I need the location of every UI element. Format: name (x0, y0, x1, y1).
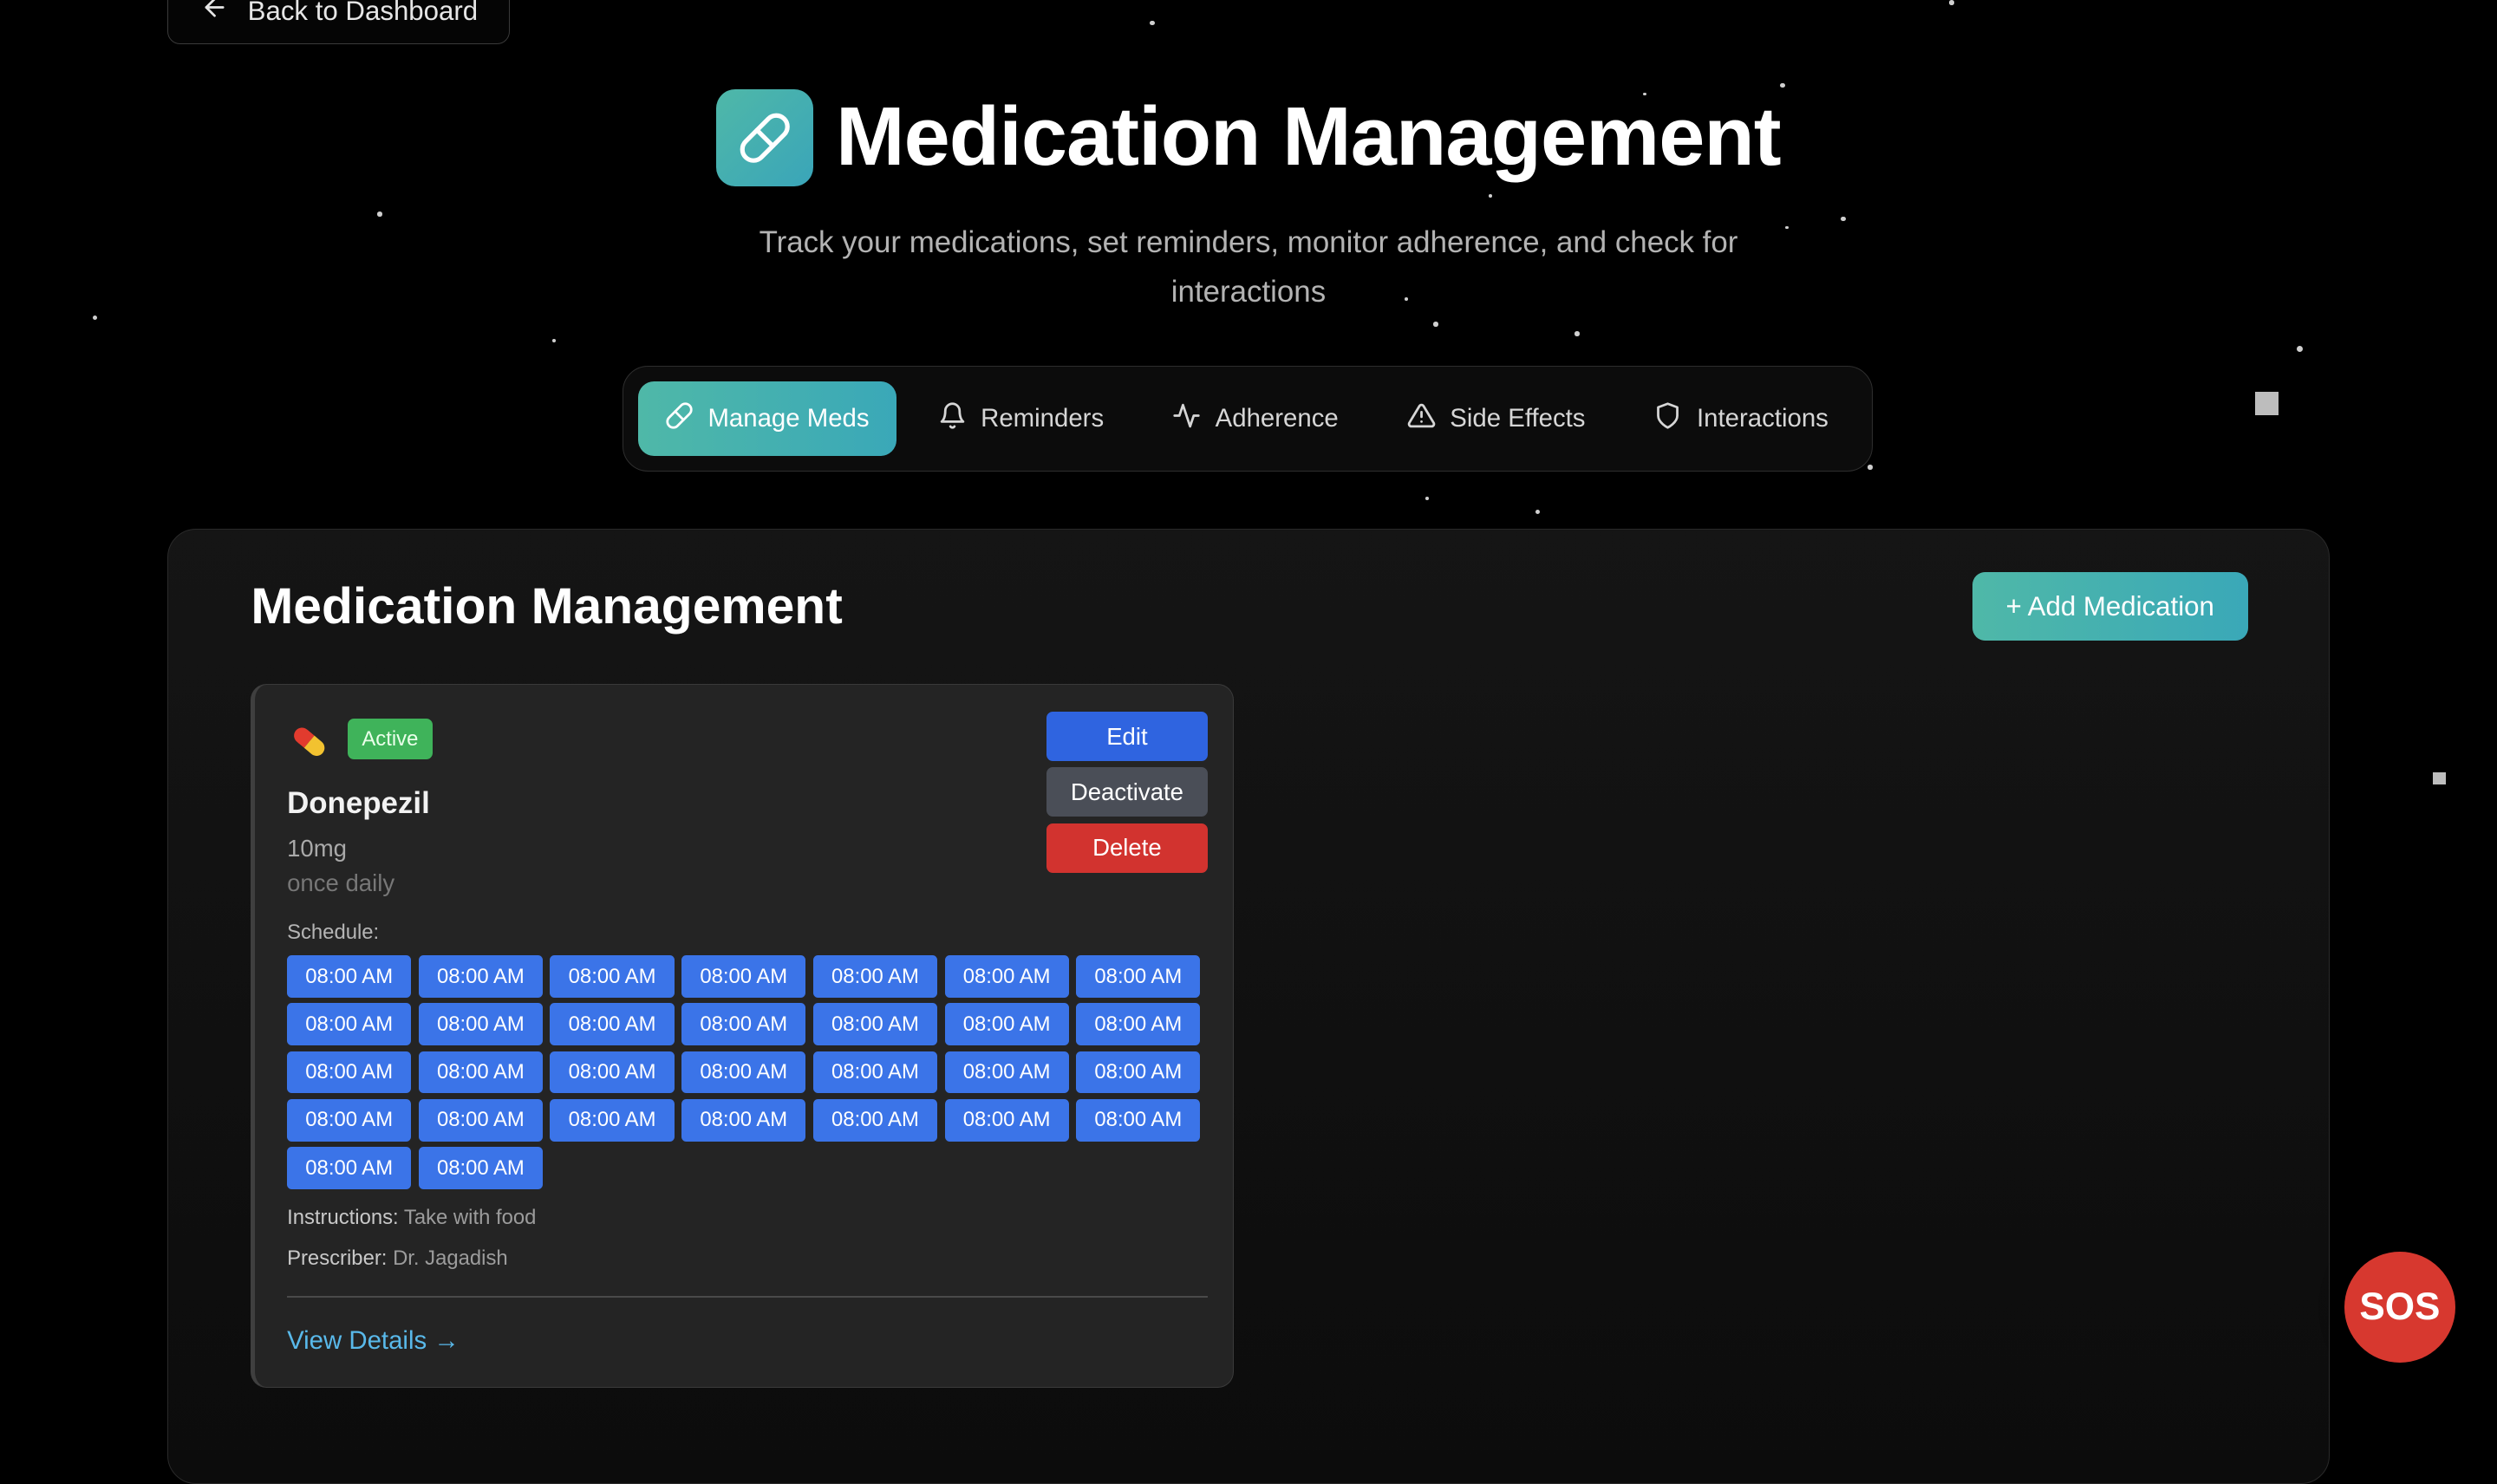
tab-label: Side Effects (1450, 404, 1586, 433)
schedule-time-chip: 08:00 AM (550, 1003, 675, 1046)
shield-icon (1653, 401, 1682, 437)
schedule-time-chip: 08:00 AM (812, 1003, 938, 1046)
tab-label: Reminders (981, 404, 1105, 433)
tab-label: Manage Meds (707, 404, 870, 433)
instructions-label: Instructions: (287, 1205, 399, 1229)
page-header: Medication Management Track your medicat… (0, 88, 2497, 317)
schedule-time-chip: 08:00 AM (418, 955, 543, 998)
schedule-time-chip: 08:00 AM (681, 955, 806, 998)
schedule-time-chip: 08:00 AM (1076, 1051, 1201, 1094)
activity-icon (1172, 401, 1201, 437)
pill-icon (665, 401, 694, 437)
prescriber-label: Prescriber: (287, 1246, 388, 1271)
instructions-value: Take with food (403, 1205, 537, 1229)
page-subtitle: Track your medications, set reminders, m… (759, 225, 1738, 309)
schedule-time-chip: 08:00 AM (418, 1099, 543, 1142)
tab-adherence[interactable]: Adherence (1145, 381, 1366, 456)
instructions: Instructions: Take with food (287, 1206, 536, 1230)
bell-icon (938, 401, 967, 437)
schedule-time-chip: 08:00 AM (287, 1099, 412, 1142)
tab-reminders[interactable]: Reminders (910, 381, 1131, 456)
schedule-time-chip: 08:00 AM (287, 1147, 412, 1189)
deactivate-button[interactable]: Deactivate (1046, 767, 1208, 817)
schedule-time-chip: 08:00 AM (418, 1003, 543, 1046)
schedule-time-chip: 08:00 AM (418, 1051, 543, 1094)
schedule-time-chip: 08:00 AM (681, 1003, 806, 1046)
tab-bar: Manage Meds Reminders Adherence Side Eff… (623, 366, 1873, 472)
medication-panel: Medication Management + Add Medication A… (166, 528, 2331, 1484)
schedule-time-chip: 08:00 AM (681, 1051, 806, 1094)
schedule-time-chip: 08:00 AM (1076, 1099, 1201, 1142)
prescriber-value: Dr. Jagadish (393, 1246, 508, 1271)
tab-interactions[interactable]: Interactions (1627, 381, 1855, 456)
schedule-times: 08:00 AM 08:00 AM 08:00 AM 08:00 AM 08:00 AM… (287, 955, 1210, 1189)
schedule-time-chip: 08:00 AM (418, 1147, 543, 1189)
schedule-time-chip: 08:00 AM (287, 1051, 412, 1094)
edit-button[interactable]: Edit (1046, 712, 1208, 762)
tab-side-effects[interactable]: Side Effects (1379, 381, 1612, 456)
schedule-time-chip: 08:00 AM (944, 1003, 1069, 1046)
decor-square (2433, 771, 2447, 785)
schedule-time-chip: 08:00 AM (812, 955, 938, 998)
schedule-time-chip: 08:00 AM (812, 1051, 938, 1094)
schedule-time-chip: 08:00 AM (944, 1099, 1069, 1142)
add-medication-button[interactable]: + Add Medication (1972, 572, 2248, 641)
sos-button[interactable]: SOS (2344, 1251, 2456, 1364)
schedule-time-chip: 08:00 AM (1076, 955, 1201, 998)
schedule-time-chip: 08:00 AM (287, 1003, 412, 1046)
capsule-icon (287, 719, 331, 771)
schedule-time-chip: 08:00 AM (944, 1051, 1069, 1094)
schedule-time-chip: 08:00 AM (287, 955, 412, 998)
prescriber: Prescriber: Dr. Jagadish (287, 1246, 508, 1271)
schedule-time-chip: 08:00 AM (550, 1051, 675, 1094)
page-title: Medication Management (835, 91, 1782, 184)
tab-label: Adherence (1215, 404, 1339, 433)
medication-dose: 10mg (287, 834, 347, 862)
back-to-dashboard-button[interactable]: Back to Dashboard (166, 0, 510, 45)
decor-square (2254, 391, 2279, 416)
back-label: Back to Dashboard (247, 0, 479, 26)
medication-card: Active Donepezil 10mg once daily Edit De… (251, 683, 1234, 1388)
view-details-link[interactable]: View Details → (287, 1326, 460, 1356)
schedule-label: Schedule: (287, 920, 380, 944)
warning-icon (1407, 401, 1436, 437)
schedule-time-chip: 08:00 AM (550, 955, 675, 998)
tab-manage-meds[interactable]: Manage Meds (637, 381, 896, 457)
panel-title: Medication Management (251, 577, 843, 635)
schedule-time-chip: 08:00 AM (681, 1099, 806, 1142)
tab-label: Interactions (1697, 404, 1829, 433)
schedule-time-chip: 08:00 AM (944, 955, 1069, 998)
delete-button[interactable]: Delete (1046, 823, 1208, 873)
medication-frequency: once daily (287, 869, 395, 896)
divider (287, 1296, 1208, 1298)
schedule-time-chip: 08:00 AM (550, 1099, 675, 1142)
arrow-left-icon (200, 0, 229, 29)
schedule-time-chip: 08:00 AM (1076, 1003, 1201, 1046)
medication-name: Donepezil (287, 786, 430, 821)
schedule-time-chip: 08:00 AM (812, 1099, 938, 1142)
pill-icon (716, 88, 814, 186)
status-badge: Active (347, 718, 433, 760)
